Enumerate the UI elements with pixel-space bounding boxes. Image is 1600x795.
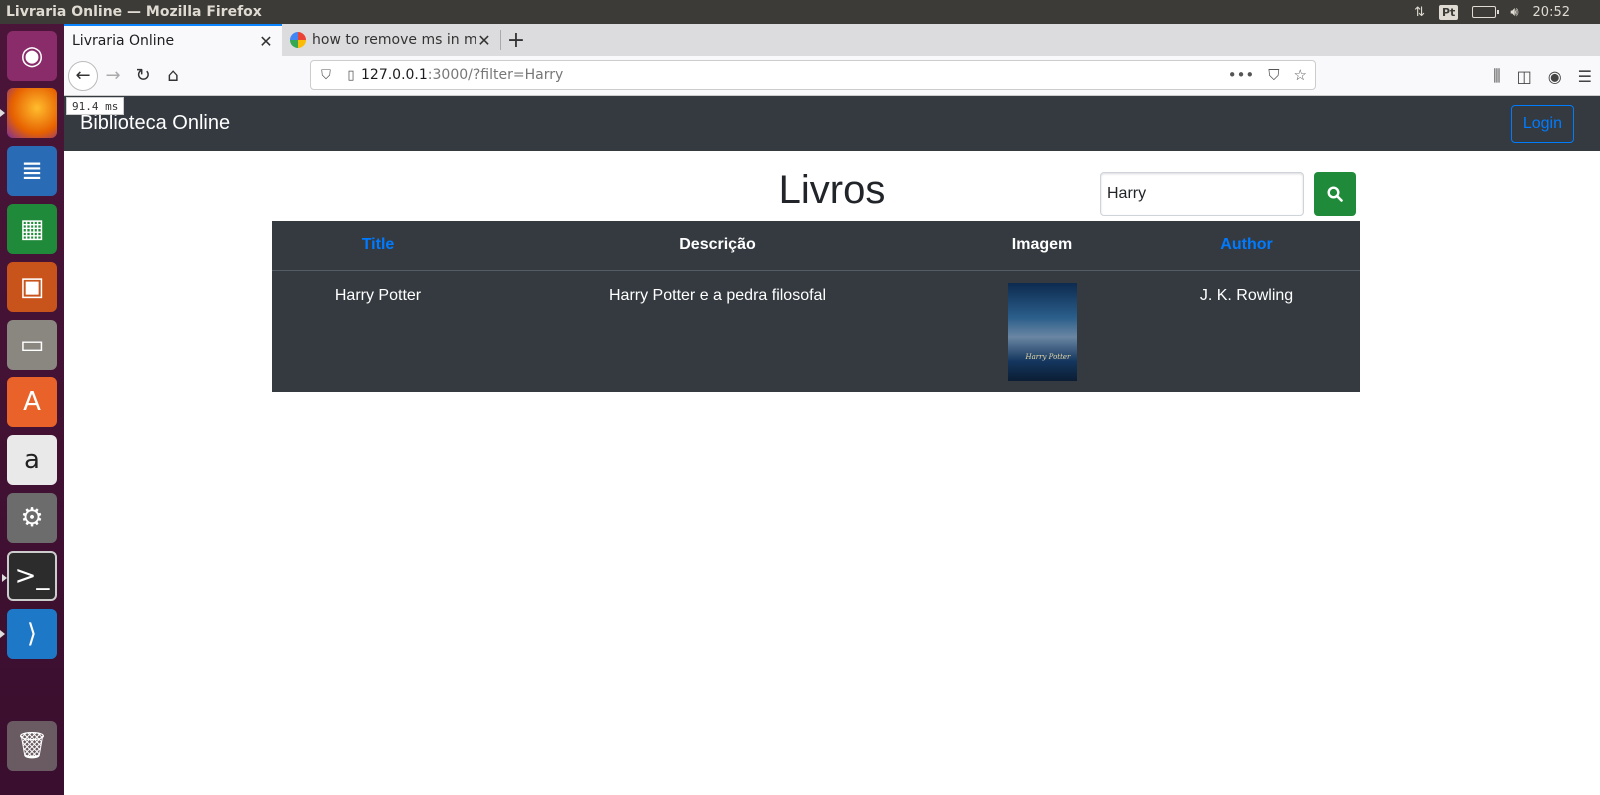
volume-icon[interactable]: 🔊︎ — [1510, 5, 1518, 20]
column-header-author[interactable]: Author — [1133, 221, 1360, 271]
search-icon — [1327, 186, 1343, 202]
battery-icon[interactable] — [1472, 6, 1500, 18]
tab-label: Livraria Online — [72, 33, 175, 49]
back-button[interactable]: ← — [68, 60, 98, 91]
library-icon[interactable]: ⫼ — [1493, 66, 1500, 86]
sort-author-link[interactable]: Author — [1220, 236, 1272, 253]
clock[interactable]: 20:52 — [1533, 5, 1570, 20]
search-input[interactable] — [1100, 172, 1304, 216]
tab-strip: Livraria Online ✕ how to remove ms in mo… — [64, 24, 1600, 56]
ubuntu-logo-icon[interactable]: ◉ — [7, 31, 57, 81]
brand-link[interactable]: Biblioteca Online — [80, 112, 230, 135]
libreoffice-writer-icon[interactable]: ≣ — [7, 146, 57, 196]
vscode-icon[interactable]: ⟩ — [0, 609, 57, 659]
table-row: Harry Potter Harry Potter e a pedra filo… — [272, 270, 1360, 392]
table-header-row: Title Descrição Imagem Author — [272, 221, 1360, 271]
page-title: Livros — [778, 168, 886, 212]
app-navbar: Biblioteca Online Login — [64, 96, 1600, 151]
search-button[interactable] — [1314, 172, 1356, 216]
account-icon[interactable]: ◉ — [1548, 67, 1562, 86]
libreoffice-impress-icon[interactable]: ▣ — [7, 262, 57, 312]
url-bar[interactable]: ⛉ ▯ 127.0.0.1:3000/?filter=Harry ••• ⛉ ☆ — [310, 60, 1316, 90]
window-title: Livraria Online — Mozilla Firefox — [6, 4, 262, 20]
page-info-icon[interactable]: ▯ — [341, 68, 361, 83]
trash-icon[interactable]: 🗑︎ — [7, 721, 57, 771]
book-cover-text: Harry Potter — [1025, 352, 1071, 361]
new-tab-button[interactable]: + — [501, 24, 531, 56]
sort-title-link[interactable]: Title — [362, 236, 395, 253]
books-table: Title Descrição Imagem Author Harry Pott… — [272, 221, 1360, 392]
system-indicators: ⇅ Pt 🔊︎ 20:52 — [1414, 4, 1600, 20]
pocket-icon[interactable]: ⛉ — [1268, 66, 1279, 84]
column-header-image: Imagem — [951, 221, 1133, 271]
column-header-title[interactable]: Title — [272, 221, 484, 271]
navigation-toolbar: ← → ↻ ⌂ ⛉ ▯ 127.0.0.1:3000/?filter=Harry… — [64, 56, 1600, 96]
book-title: Harry Potter — [334, 286, 422, 304]
web-page: Biblioteca Online Login Livros Title Des… — [64, 96, 1600, 795]
home-button[interactable]: ⌂ — [158, 61, 188, 91]
login-button[interactable]: Login — [1510, 104, 1574, 143]
sidebar-icon[interactable]: ◫ — [1517, 67, 1532, 86]
heading-row: Livros — [64, 151, 1600, 221]
ubuntu-launcher: ◉ ≣ ▦ ▣ ▭ A a ⚙ >_ ⟩ 🗑︎ — [0, 24, 64, 795]
tab-search-result[interactable]: how to remove ms in mo ✕ — [282, 24, 500, 56]
column-header-description: Descrição — [484, 221, 951, 271]
book-description: Harry Potter e a pedra filosofal — [609, 286, 826, 304]
url-path: :3000/?filter=Harry — [427, 67, 564, 83]
page-actions-icon[interactable]: ••• — [1228, 66, 1255, 84]
network-icon[interactable]: ⇅ — [1414, 5, 1425, 20]
close-tab-icon[interactable]: ✕ — [258, 32, 274, 51]
forward-button[interactable]: → — [98, 61, 128, 91]
system-top-bar: Livraria Online — Mozilla Firefox ⇅ Pt 🔊… — [0, 0, 1600, 24]
google-favicon-icon — [290, 32, 306, 48]
files-icon[interactable]: ▭ — [7, 320, 57, 370]
book-author: J. K. Rowling — [1199, 286, 1294, 304]
input-method-indicator[interactable]: Pt — [1439, 4, 1459, 20]
bookmark-star-icon[interactable]: ☆ — [1294, 66, 1307, 84]
tracking-protection-icon[interactable]: ⛉ — [311, 68, 341, 83]
book-image-cell: Harry Potter — [951, 270, 1133, 392]
reload-button[interactable]: ↻ — [128, 61, 158, 91]
response-time-tooltip: 91.4 ms — [66, 97, 125, 115]
system-settings-icon[interactable]: ⚙ — [7, 493, 57, 543]
firefox-icon[interactable] — [0, 88, 57, 138]
toolbar-right: ⫼ ◫ ◉ ☰ — [1493, 56, 1592, 96]
amazon-icon[interactable]: a — [7, 435, 57, 485]
software-center-icon[interactable]: A — [7, 377, 57, 427]
tab-livraria-online[interactable]: Livraria Online ✕ — [64, 24, 282, 56]
url-host: 127.0.0.1 — [361, 67, 428, 83]
terminal-icon[interactable]: >_ — [2, 551, 57, 601]
menu-icon[interactable]: ☰ — [1578, 67, 1592, 86]
book-cover-image: Harry Potter — [1007, 282, 1077, 381]
libreoffice-calc-icon[interactable]: ▦ — [7, 204, 57, 254]
close-tab-icon[interactable]: ✕ — [476, 31, 492, 50]
tab-label: how to remove ms in mo — [312, 32, 476, 48]
